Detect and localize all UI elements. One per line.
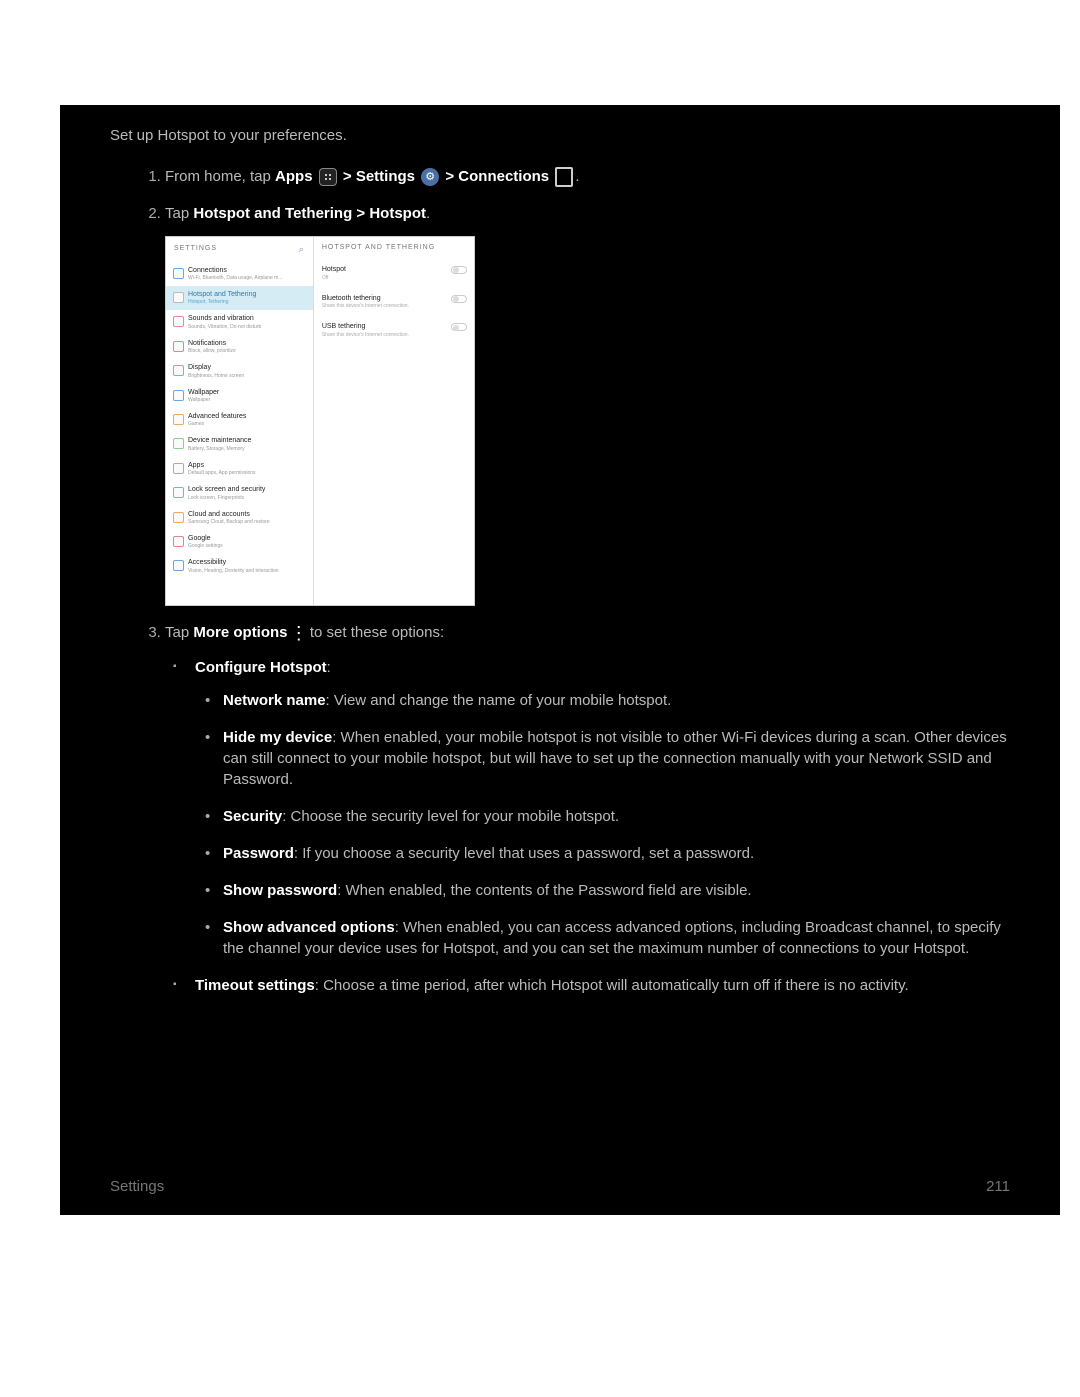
footer-section: Settings — [110, 1176, 164, 1197]
screenshot-left-header: SETTINGS ⌕ — [166, 237, 313, 262]
configure-sublist: Network name: View and change the name o… — [195, 690, 1010, 959]
step1-apps: Apps — [275, 168, 313, 185]
step-1: From home, tap Apps > Settings > Connect… — [165, 166, 1010, 187]
intro-text: Set up Hotspot to your preferences. — [110, 125, 1010, 146]
step1-connections: Connections — [458, 168, 549, 185]
step2-bold: Hotspot and Tethering > Hotspot — [193, 205, 426, 222]
settings-row: Cloud and accountsSamsung Cloud, Backup … — [166, 506, 313, 530]
settings-row: Lock screen and securityLock screen, Fin… — [166, 481, 313, 505]
page-footer: Settings 211 — [110, 1176, 1010, 1197]
toggle-icon — [451, 323, 467, 331]
screenshot-right-pane: HOTSPOT AND TETHERING HotspotOffBluetoot… — [314, 237, 474, 605]
right-header-text: HOTSPOT AND TETHERING — [322, 243, 435, 253]
options-list: Configure Hotspot: Network name: View an… — [165, 657, 1010, 996]
step2-period: . — [426, 205, 430, 222]
settings-row: GoogleGoogle settings — [166, 530, 313, 554]
left-header-text: SETTINGS — [174, 244, 217, 254]
settings-gear-icon — [421, 168, 439, 186]
page-content: Set up Hotspot to your preferences. From… — [60, 105, 1060, 1215]
opt-show-advanced: Show advanced options: When enabled, you… — [223, 917, 1010, 959]
opt-show-password: Show password: When enabled, the content… — [223, 880, 1010, 901]
settings-row: ConnectionsWi-Fi, Bluetooth, Data usage,… — [166, 262, 313, 286]
settings-row: Sounds and vibrationSounds, Vibration, D… — [166, 310, 313, 334]
connections-icon — [555, 167, 573, 187]
settings-row: Advanced featuresGames — [166, 408, 313, 432]
settings-row: Hotspot and TetheringHotspot, Tethering — [166, 286, 313, 310]
settings-row: NotificationsBlock, allow, prioritize — [166, 335, 313, 359]
settings-row: WallpaperWallpaper — [166, 384, 313, 408]
step1-settings: Settings — [356, 168, 415, 185]
step1-gt1: > — [343, 168, 356, 185]
apps-icon — [319, 168, 337, 186]
toggle-icon — [451, 295, 467, 303]
opt-password: Password: If you choose a security level… — [223, 843, 1010, 864]
step2-prefix: Tap — [165, 205, 193, 222]
timeout-settings-item: Timeout settings: Choose a time period, … — [195, 975, 1010, 996]
footer-page-number: 211 — [986, 1176, 1010, 1197]
opt-network-name: Network name: View and change the name o… — [223, 690, 1010, 711]
configure-hotspot-item: Configure Hotspot: Network name: View an… — [195, 657, 1010, 959]
settings-row: Device maintenanceBattery, Storage, Memo… — [166, 432, 313, 456]
step1-period: . — [575, 168, 579, 185]
tethering-row: Bluetooth tetheringShare this device's I… — [314, 288, 474, 317]
settings-row: AccessibilityVision, Hearing, Dexterity … — [166, 554, 313, 578]
step3-more: More options — [193, 624, 287, 641]
step3-prefix: Tap — [165, 624, 193, 641]
screenshot-right-header: HOTSPOT AND TETHERING — [314, 237, 474, 259]
screenshot-left-pane: SETTINGS ⌕ ConnectionsWi-Fi, Bluetooth, … — [166, 237, 314, 605]
toggle-icon — [451, 266, 467, 274]
opt-hide-device: Hide my device: When enabled, your mobil… — [223, 727, 1010, 790]
step-3: Tap More options to set these options: C… — [165, 622, 1010, 996]
step-2: Tap Hotspot and Tethering > Hotspot. SET… — [165, 203, 1010, 606]
step1-gt2: > — [445, 168, 458, 185]
settings-row: AppsDefault apps, App permissions — [166, 457, 313, 481]
settings-screenshot: SETTINGS ⌕ ConnectionsWi-Fi, Bluetooth, … — [165, 236, 475, 606]
tethering-row: USB tetheringShare this device's Interne… — [314, 316, 474, 345]
settings-row: DisplayBrightness, Home screen — [166, 359, 313, 383]
opt-security: Security: Choose the security level for … — [223, 806, 1010, 827]
step3-suffix: to set these options: — [310, 624, 444, 641]
search-icon: ⌕ — [299, 243, 305, 256]
tethering-row: HotspotOff — [314, 259, 474, 288]
configure-heading: Configure Hotspot — [195, 659, 327, 676]
step1-prefix: From home, tap — [165, 168, 275, 185]
more-options-icon — [294, 624, 304, 642]
steps-list: From home, tap Apps > Settings > Connect… — [110, 166, 1010, 996]
